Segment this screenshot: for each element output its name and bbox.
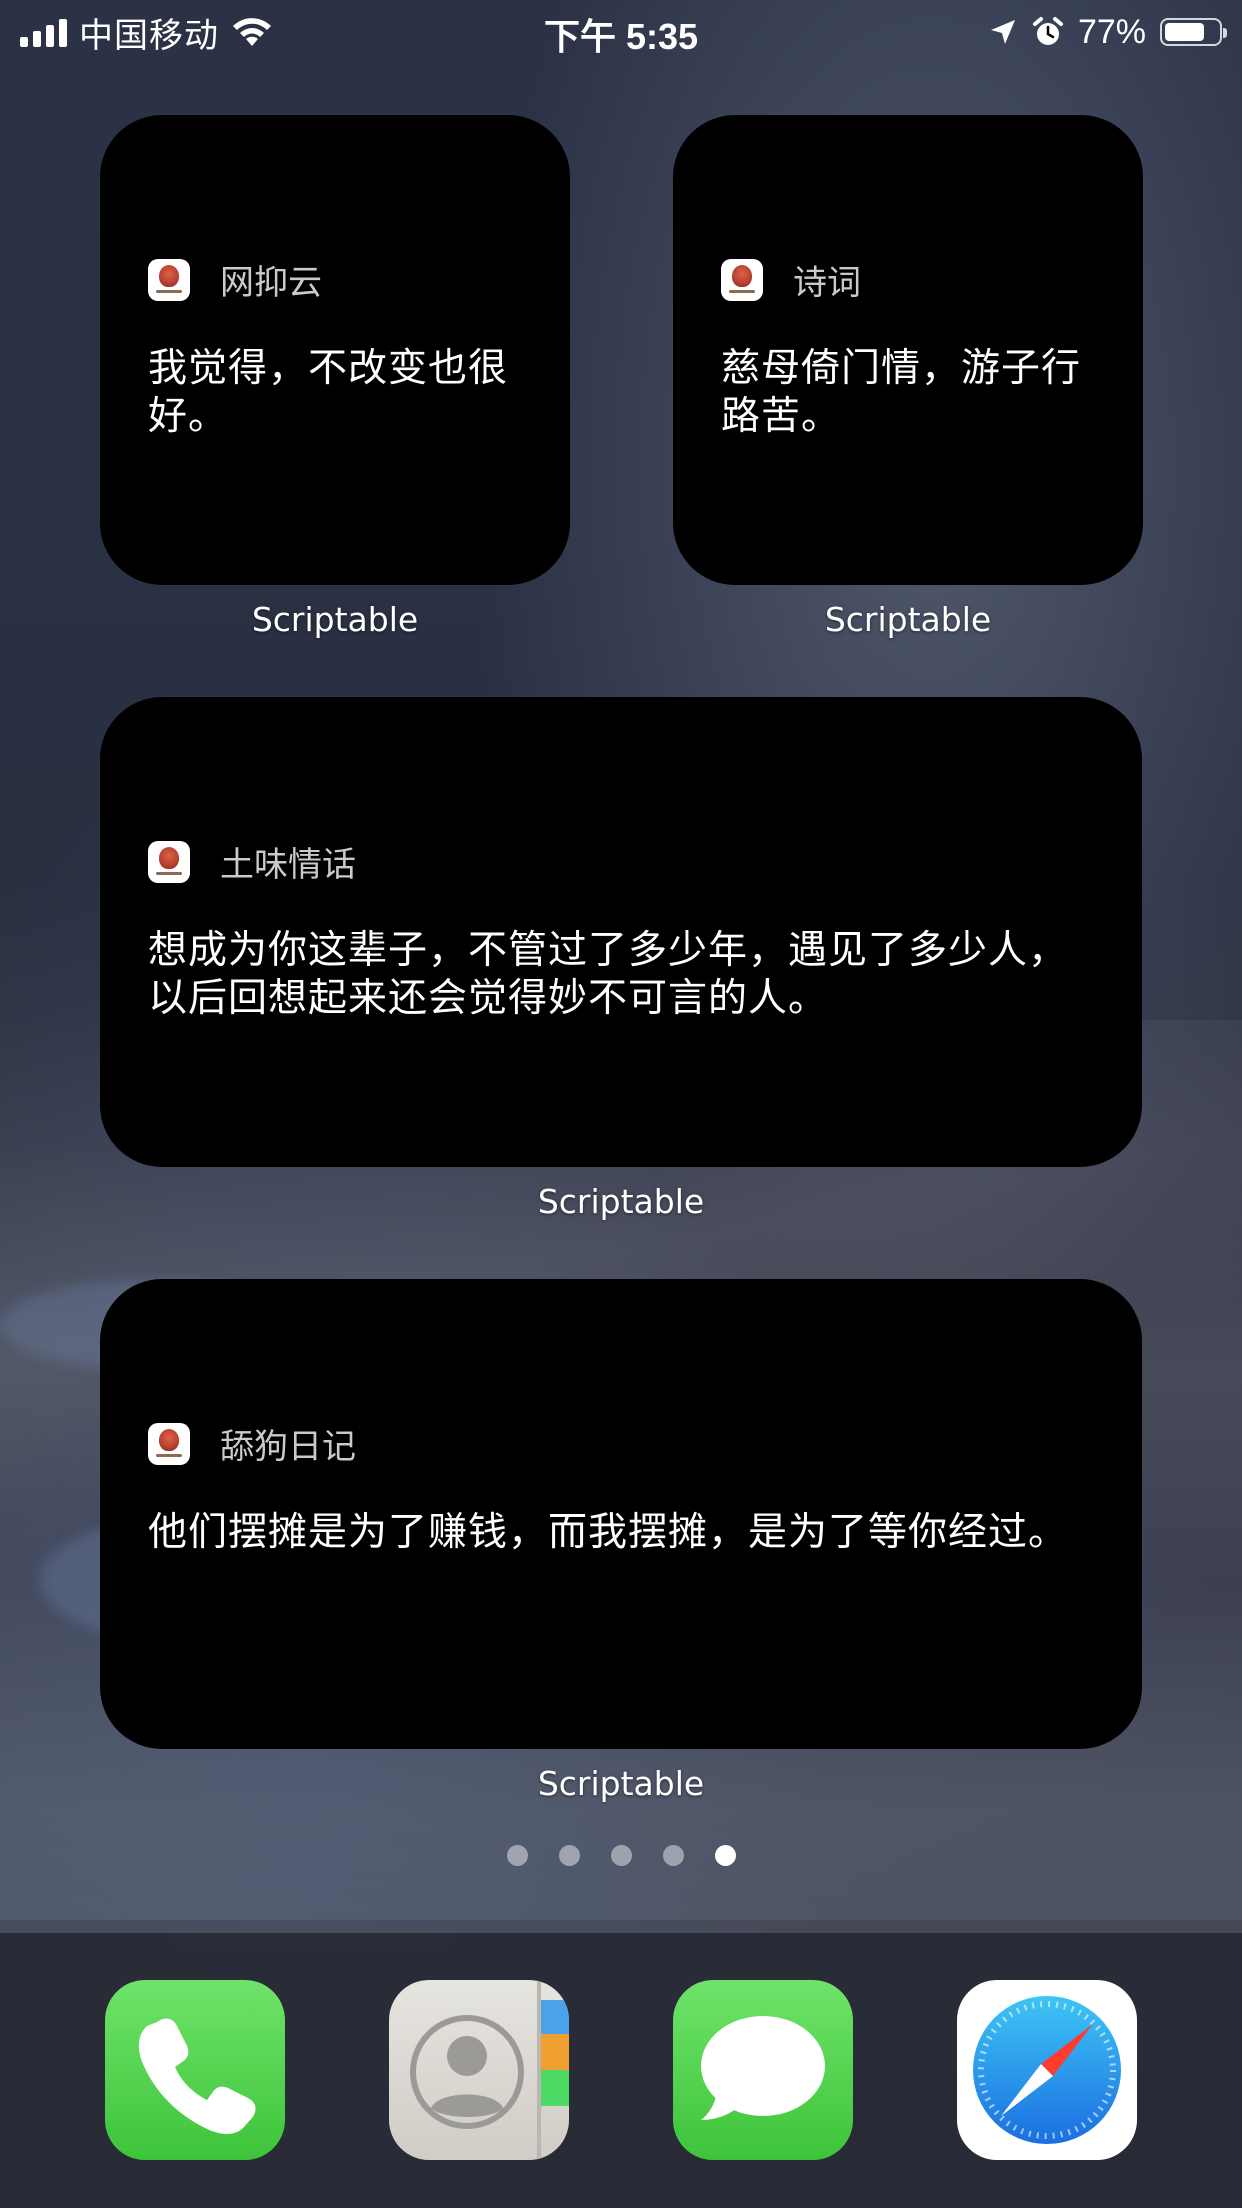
- scriptable-app-icon: [721, 258, 763, 301]
- widget-diary[interactable]: 舔狗日记 他们摆摊是为了赚钱，而我摆摊，是为了等你经过。: [100, 1279, 1142, 1749]
- phone-icon: [138, 2018, 256, 2134]
- widget-title: 土味情话: [220, 845, 356, 885]
- widget-header: 网抑云: [148, 255, 322, 304]
- page-dot[interactable]: [610, 1845, 632, 1866]
- scriptable-app-icon: [148, 1422, 190, 1465]
- widget-header: 舔狗日记: [148, 1419, 356, 1468]
- page-dot[interactable]: [714, 1845, 736, 1866]
- safari-app-button[interactable]: [957, 1980, 1137, 2160]
- widget-quote: 我觉得，不改变也很好。: [148, 346, 509, 439]
- page-indicator[interactable]: [0, 1845, 1242, 1866]
- widget-wangyiyun[interactable]: 网抑云 我觉得，不改变也很好。: [100, 115, 570, 585]
- widget-header: 诗词: [721, 255, 861, 304]
- contacts-icon: [410, 1980, 569, 2160]
- messages-icon: [701, 2016, 825, 2120]
- widget-title: 网抑云: [220, 263, 322, 303]
- widget-label: Scriptable: [251, 600, 419, 639]
- page-dot[interactable]: [558, 1845, 580, 1866]
- contacts-app-button[interactable]: [389, 1980, 569, 2160]
- widget-label: Scriptable: [537, 1182, 705, 1221]
- widget-quote: 他们摆摊是为了赚钱，而我摆摊，是为了等你经过。: [148, 1510, 1069, 1555]
- location-icon: [990, 20, 1015, 44]
- page-dot[interactable]: [662, 1845, 684, 1866]
- messages-app-button[interactable]: [673, 1980, 853, 2160]
- widget-quote: 慈母倚门情，游子行路苦。: [721, 346, 1082, 439]
- scriptable-app-icon: [148, 258, 190, 301]
- widget-poetry[interactable]: 诗词 慈母倚门情，游子行路苦。: [673, 115, 1143, 585]
- widget-label: Scriptable: [824, 600, 992, 639]
- widget-label: Scriptable: [537, 1764, 705, 1803]
- scriptable-app-icon: [148, 840, 190, 883]
- status-right: 77%: [988, 10, 1227, 54]
- home-screen: 中国移动 下午 5:35 77% 网抑云 我觉得，不改变也很好。 Scripta…: [0, 0, 1242, 2208]
- battery-icon: [1160, 18, 1227, 46]
- dock: [0, 1933, 1242, 2208]
- widget-quote: 想成为你这辈子，不管过了多少年，遇见了多少人，以后回想起来还会觉得妙不可言的人。: [148, 928, 1069, 1021]
- widget-love-quotes[interactable]: 土味情话 想成为你这辈子，不管过了多少年，遇见了多少人，以后回想起来还会觉得妙不…: [100, 697, 1142, 1167]
- widget-header: 土味情话: [148, 837, 356, 886]
- compass-icon: [973, 1996, 1121, 2144]
- widget-title: 舔狗日记: [220, 1427, 356, 1467]
- page-dot[interactable]: [506, 1845, 528, 1866]
- status-bar: 中国移动 下午 5:35 77%: [0, 0, 1242, 62]
- phone-app-button[interactable]: [105, 1980, 285, 2160]
- widget-title: 诗词: [793, 263, 861, 303]
- battery-percent: 77%: [1077, 12, 1146, 51]
- battery-level: [1165, 23, 1204, 41]
- alarm-icon: [1032, 17, 1063, 45]
